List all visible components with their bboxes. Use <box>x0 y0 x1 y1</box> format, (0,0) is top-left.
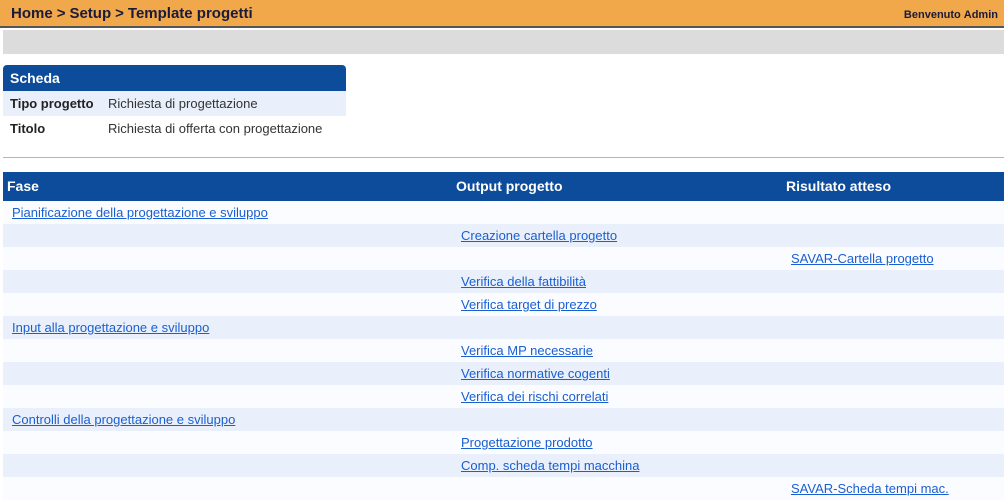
table-row: SAVAR-Scheda tempi mac. <box>3 477 1004 500</box>
table-body: Pianificazione della progettazione e svi… <box>3 201 1004 500</box>
scheda-title: Scheda <box>3 65 346 91</box>
table-row: Verifica target di prezzo <box>3 293 1004 316</box>
table-row: Pianificazione della progettazione e svi… <box>3 201 1004 224</box>
table-row: Verifica dei rischi correlati <box>3 385 1004 408</box>
output-link[interactable]: Verifica target di prezzo <box>461 297 597 312</box>
table-row: Input alla progettazione e sviluppo <box>3 316 1004 339</box>
table-row: SAVAR-Cartella progetto <box>3 247 1004 270</box>
breadcrumb-separator: > <box>115 5 124 22</box>
toolbar-strip <box>3 30 1004 54</box>
field-value: Richiesta di progettazione <box>108 96 258 111</box>
output-link[interactable]: Verifica dei rischi correlati <box>461 389 608 404</box>
table-row: Verifica normative cogenti <box>3 362 1004 385</box>
table-row: Verifica MP necessarie <box>3 339 1004 362</box>
field-value: Richiesta di offerta con progettazione <box>108 121 323 136</box>
output-link[interactable]: Verifica normative cogenti <box>461 366 610 381</box>
table-row: Creazione cartella progetto <box>3 224 1004 247</box>
breadcrumb-home[interactable]: Home <box>11 5 53 22</box>
fase-link[interactable]: Controlli della progettazione e sviluppo <box>12 412 235 427</box>
table-header: Fase Output progetto Risultato atteso <box>3 172 1004 201</box>
top-bar: Home > Setup > Template progetti Benvenuto Ad… <box>0 0 1004 28</box>
column-header-risultato: Risultato atteso <box>786 178 892 194</box>
table-row: Progettazione prodotto <box>3 431 1004 454</box>
breadcrumb-setup[interactable]: Setup <box>69 5 111 22</box>
fase-link[interactable]: Pianificazione della progettazione e svi… <box>12 205 268 220</box>
output-link[interactable]: Comp. scheda tempi macchina <box>461 458 639 473</box>
welcome-text: Benvenuto Admin <box>904 9 998 21</box>
risultato-link[interactable]: SAVAR-Cartella progetto <box>791 251 934 266</box>
column-header-fase: Fase <box>7 178 39 194</box>
scheda-row-tipo: Tipo progetto Richiesta di progettazione <box>3 91 346 116</box>
output-link[interactable]: Verifica della fattibilità <box>461 274 586 289</box>
table-row: Controlli della progettazione e sviluppo <box>3 408 1004 431</box>
scheda-row-titolo: Titolo Richiesta di offerta con progetta… <box>3 116 346 141</box>
column-header-output: Output progetto <box>456 178 563 194</box>
output-link[interactable]: Creazione cartella progetto <box>461 228 617 243</box>
table-row: Verifica della fattibilità <box>3 270 1004 293</box>
field-label: Tipo progetto <box>10 96 94 111</box>
risultato-link[interactable]: SAVAR-Scheda tempi mac. <box>791 481 949 496</box>
phases-table: Fase Output progetto Risultato atteso Pi… <box>3 172 1004 500</box>
output-link[interactable]: Verifica MP necessarie <box>461 343 593 358</box>
breadcrumb-current: Template progetti <box>127 5 253 22</box>
scheda-card: Scheda Tipo progetto Richiesta di proget… <box>3 65 346 141</box>
breadcrumb: Home > Setup > Template progetti <box>11 5 253 22</box>
user-name: Admin <box>963 9 998 21</box>
fase-link[interactable]: Input alla progettazione e sviluppo <box>12 320 209 335</box>
breadcrumb-separator: > <box>56 5 66 22</box>
welcome-label: Benvenuto <box>903 9 961 21</box>
field-label: Titolo <box>10 121 46 136</box>
divider <box>3 157 1004 158</box>
table-row: Comp. scheda tempi macchina <box>3 454 1004 477</box>
output-link[interactable]: Progettazione prodotto <box>461 435 593 450</box>
